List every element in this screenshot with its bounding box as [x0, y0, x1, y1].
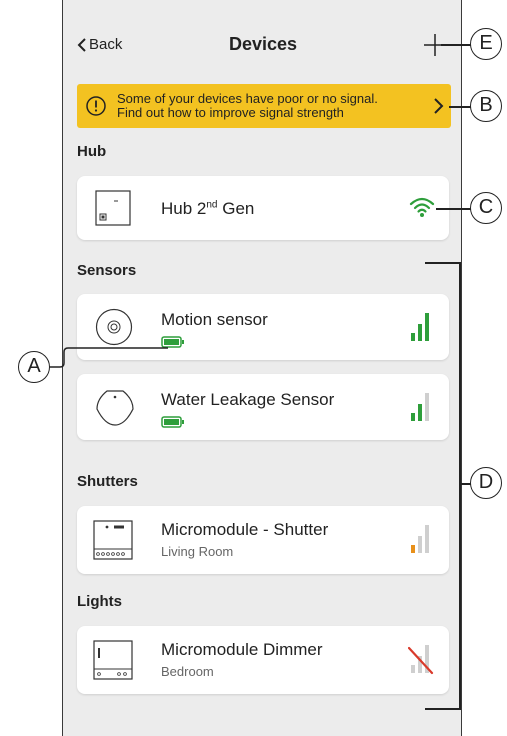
callout-a-leader	[48, 347, 168, 368]
micromodule-dimmer-icon	[93, 640, 133, 680]
callout-e-leader	[441, 44, 472, 46]
device-room-living-room: Living Room	[161, 544, 234, 559]
device-name-hub-sup: nd	[206, 199, 218, 211]
device-card-hub[interactable]: Hub 2nd Gen	[77, 176, 449, 240]
callout-c: C	[470, 192, 502, 224]
device-name-micromodule-dimmer: Micromodule Dimmer	[161, 640, 323, 659]
section-lights: Lights	[77, 593, 122, 610]
banner-line-1: Some of your devices have poor or no sig…	[117, 91, 378, 106]
device-room-bedroom: Bedroom	[161, 664, 214, 679]
device-card-micromodule-shutter[interactable]: Micromodule - Shutter Living Room	[77, 506, 449, 574]
water-sensor-icon	[96, 390, 134, 426]
battery-full-icon	[161, 416, 184, 428]
signal-strength-icon	[411, 313, 429, 341]
section-sensors: Sensors	[77, 262, 137, 279]
callout-c-leader	[436, 208, 472, 210]
device-name-motion-sensor: Motion sensor	[161, 310, 268, 329]
callout-d-bracket-bottom	[425, 708, 461, 710]
section-hub: Hub	[77, 143, 107, 160]
page-title: Devices	[228, 34, 298, 54]
signal-strength-icon	[411, 525, 429, 553]
device-name-hub-end: Gen	[217, 199, 255, 218]
device-card-micromodule-dimmer[interactable]: Micromodule Dimmer Bedroom	[77, 626, 449, 694]
device-name-water-leakage-sensor: Water Leakage Sensor	[161, 390, 335, 409]
callout-d: D	[470, 467, 502, 499]
callout-a: A	[18, 351, 50, 383]
callout-d-bracket-top	[425, 262, 461, 264]
banner-text: Some of your devices have poor or no sig…	[117, 92, 431, 120]
device-name-hub: Hub 2nd Gen	[161, 199, 254, 219]
micromodule-shutter-icon	[93, 520, 133, 560]
callout-e: E	[470, 28, 502, 60]
section-shutters: Shutters	[77, 473, 138, 490]
warning-icon	[86, 96, 106, 116]
callout-b: B	[470, 90, 502, 122]
hub-device-icon	[95, 190, 131, 226]
banner-line-2: Find out how to improve signal strength	[117, 105, 344, 120]
device-card-water-leakage-sensor[interactable]: Water Leakage Sensor	[77, 374, 449, 440]
callout-b-leader	[449, 106, 472, 108]
signal-warning-banner[interactable]: Some of your devices have poor or no sig…	[77, 84, 451, 128]
signal-strength-icon	[411, 393, 429, 421]
chevron-right-icon	[434, 98, 444, 114]
device-name-hub-base: Hub 2	[161, 199, 207, 218]
callout-d-bracket-side	[459, 262, 461, 709]
wifi-signal-icon	[409, 197, 435, 217]
no-signal-icon	[408, 645, 434, 675]
device-name-micromodule-shutter: Micromodule - Shutter	[161, 520, 329, 539]
